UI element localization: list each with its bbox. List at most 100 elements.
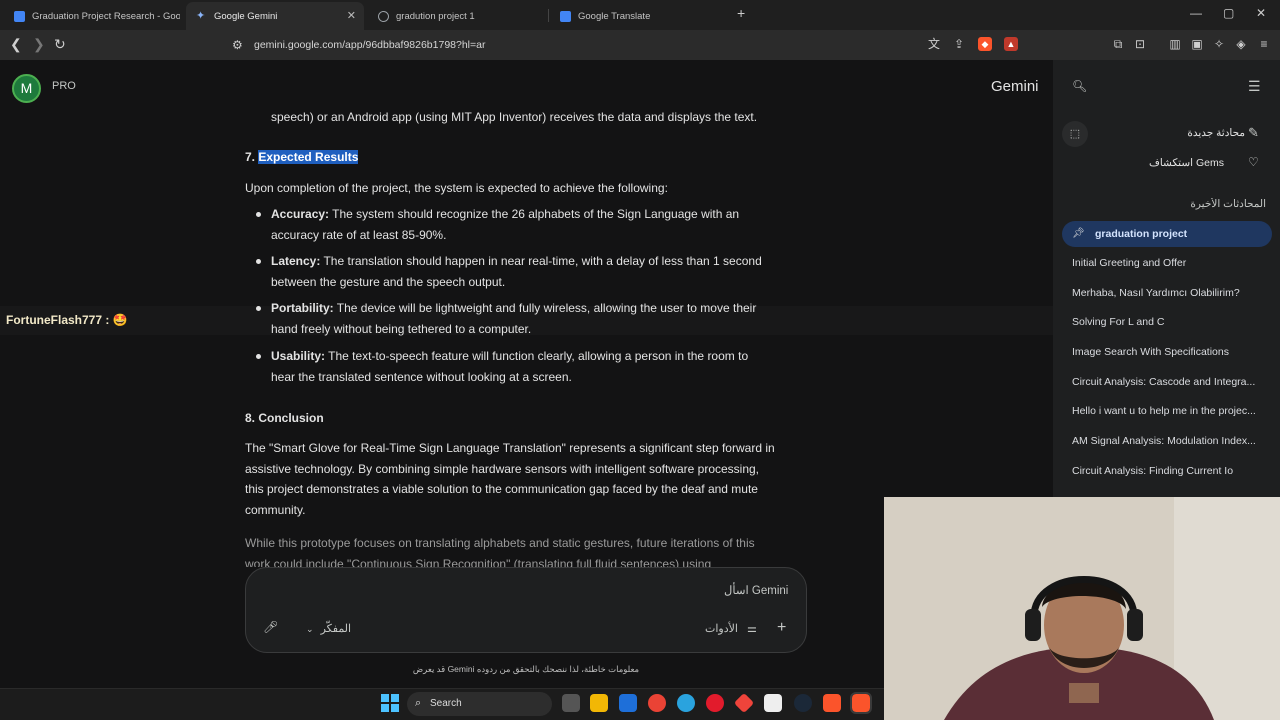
sidebar-chat-item[interactable]: Image Search With Specifications	[1072, 346, 1267, 358]
sidebar-menu-icon[interactable]: ☰	[1248, 78, 1261, 95]
new-tab-icon[interactable]: +	[737, 5, 745, 21]
edit-icon[interactable]: ✎	[1248, 125, 1259, 141]
globe-icon	[378, 10, 389, 22]
minimize-icon[interactable]: —	[1190, 6, 1202, 20]
bullet-dot	[256, 212, 261, 217]
list-item: Accuracy: The system should recognize th…	[271, 204, 771, 245]
bullet-dot	[256, 354, 261, 359]
pro-badge: PRO	[52, 80, 76, 92]
reload-icon[interactable]: ↻	[54, 36, 66, 53]
list-item-text: The text-to-speech feature will function…	[271, 349, 749, 384]
vpn-icon[interactable]: ◈	[1234, 37, 1248, 51]
list-item: Latency: The translation should happen i…	[271, 251, 771, 292]
sidebar-chat-item[interactable]: graduation project	[1095, 228, 1280, 240]
sidebar-chat-item[interactable]: Circuit Analysis: Cascode and Integra...	[1072, 376, 1267, 388]
forward-icon[interactable]: ❯	[33, 36, 45, 53]
taskbar-search[interactable]: ⌕ Search	[407, 692, 552, 716]
list-item: Usability: The text-to-speech feature wi…	[271, 346, 771, 387]
tab-docs[interactable]: Graduation Project Research - Google D	[4, 2, 180, 30]
mail-icon[interactable]	[619, 694, 637, 712]
explore-gems-button[interactable]: استكشاف Gems	[1100, 157, 1224, 169]
sidebar-chat-item[interactable]: Merhaba, Nasıl Yardımcı Olabilirim?	[1072, 287, 1267, 299]
section-number: 7.	[245, 150, 256, 164]
task-view-icon[interactable]	[562, 694, 580, 712]
steam-icon[interactable]	[794, 694, 812, 712]
add-icon[interactable]: +	[777, 619, 786, 637]
brave-shields-icon[interactable]: ◆	[978, 37, 992, 51]
brave-icon-active[interactable]	[850, 692, 872, 714]
brave-rewards-icon[interactable]: ▲	[1004, 37, 1018, 51]
section-heading: 8. Conclusion	[245, 411, 324, 425]
tab-title: Google Translate	[578, 10, 651, 22]
address-bar[interactable]: ⚙ gemini.google.com/app/96dbbaf9826b1798…	[196, 33, 1031, 58]
tab-translate[interactable]: Google Translate	[550, 2, 728, 30]
tools-button[interactable]: الأدوات ⚌	[705, 622, 757, 635]
list-item-label: Latency:	[271, 254, 321, 268]
opera-icon[interactable]	[706, 694, 724, 712]
screenshot-icon[interactable]: ⊡	[1133, 37, 1147, 51]
maximize-icon[interactable]: ▢	[1223, 6, 1234, 20]
search-icon[interactable]: 🔍︎	[1072, 79, 1087, 93]
sidebar-chat-item[interactable]: Solving For L and C	[1072, 316, 1267, 328]
file-explorer-icon[interactable]	[590, 694, 608, 712]
list-item-text: The translation should happen in near re…	[271, 254, 762, 289]
response-paragraph: Upon completion of the project, the syst…	[245, 181, 668, 195]
leo-ai-icon[interactable]: ✧	[1212, 37, 1226, 51]
close-window-icon[interactable]: ✕	[1256, 6, 1266, 20]
disclaimer-text: قد يعرض Gemini معلومات خاطئة، لذا ننصحك …	[412, 664, 640, 674]
docs-icon	[14, 10, 25, 22]
extensions-icon[interactable]: ⧉	[1111, 37, 1125, 51]
list-item-label: Accuracy:	[271, 207, 330, 221]
bullet-dot	[256, 259, 261, 264]
response-paragraph: The "Smart Glove for Real-Time Sign Lang…	[245, 441, 775, 517]
tab-title: Google Gemini	[214, 10, 278, 22]
list-item: Portability: The device will be lightwei…	[271, 298, 771, 339]
response-text: speech) or an Android app (using MIT App…	[271, 110, 758, 124]
chrome-icon[interactable]	[648, 694, 666, 712]
tab-gradution-project[interactable]: gradution project 1	[368, 2, 546, 30]
recent-chats-heading: المحادثات الأخيرة	[1190, 198, 1266, 210]
tab-gemini[interactable]: ✦ Google Gemini ✕	[186, 2, 364, 30]
webcam-feed	[884, 497, 1280, 720]
tab-title: Graduation Project Research - Google D	[32, 10, 180, 22]
bullet-dot	[256, 306, 261, 311]
sidebar-chat-item[interactable]: Circuit Analysis: Finding Current Io	[1072, 465, 1267, 477]
site-info-icon[interactable]: ⚙	[232, 38, 243, 52]
tab-divider	[548, 9, 549, 22]
temporary-chat-icon[interactable]: ⬚	[1062, 121, 1088, 147]
avatar[interactable]: M	[12, 74, 41, 103]
response-paragraph: While this prototype focuses on translat…	[245, 536, 755, 567]
prompt-box	[245, 567, 807, 653]
wallet-icon[interactable]: ▣	[1190, 37, 1204, 51]
chevron-down-icon: ⌄	[306, 624, 314, 634]
selected-heading-text: Expected Results	[258, 150, 359, 164]
model-selector[interactable]: ⌄ المفكّر	[306, 622, 351, 635]
translate-page-icon[interactable]: 文	[927, 37, 941, 51]
sidebar	[1053, 60, 1280, 500]
microphone-icon[interactable]: 🎤︎	[263, 620, 278, 634]
notion-icon[interactable]	[764, 694, 782, 712]
webcam-person-image	[884, 497, 1280, 720]
url-text[interactable]: gemini.google.com/app/96dbbaf9826b1798?h…	[254, 39, 485, 51]
gemini-brand[interactable]: Gemini	[991, 78, 1039, 95]
telegram-icon[interactable]	[677, 694, 695, 712]
windows-start-icon[interactable]	[381, 694, 399, 712]
share-icon[interactable]: ⇪	[952, 37, 966, 51]
brave-icon[interactable]	[823, 694, 841, 712]
new-chat-button[interactable]: محادثة جديدة	[1100, 127, 1245, 139]
gemini-icon: ✦	[196, 9, 206, 22]
search-icon: ⌕	[415, 697, 422, 709]
list-item-text: The system should recognize the 26 alpha…	[271, 207, 740, 242]
sidebar-toggle-icon[interactable]: ▥	[1168, 37, 1182, 51]
close-tab-icon[interactable]: ✕	[347, 9, 356, 22]
stream-chat-message: FortuneFlash777 : 🤩	[6, 313, 128, 327]
tab-title: gradution project 1	[396, 10, 475, 22]
tools-label: الأدوات	[705, 623, 738, 635]
sidebar-chat-item[interactable]: AM Signal Analysis: Modulation Index...	[1072, 435, 1267, 447]
list-item-label: Portability:	[271, 301, 334, 315]
sidebar-chat-item[interactable]: Initial Greeting and Offer	[1072, 257, 1267, 269]
prompt-input[interactable]: اسأل Gemini	[724, 583, 788, 597]
back-icon[interactable]: ❮	[10, 36, 22, 53]
menu-icon[interactable]: ≡	[1257, 37, 1271, 51]
sidebar-chat-item[interactable]: Hello i want u to help me in the projec.…	[1072, 405, 1267, 417]
